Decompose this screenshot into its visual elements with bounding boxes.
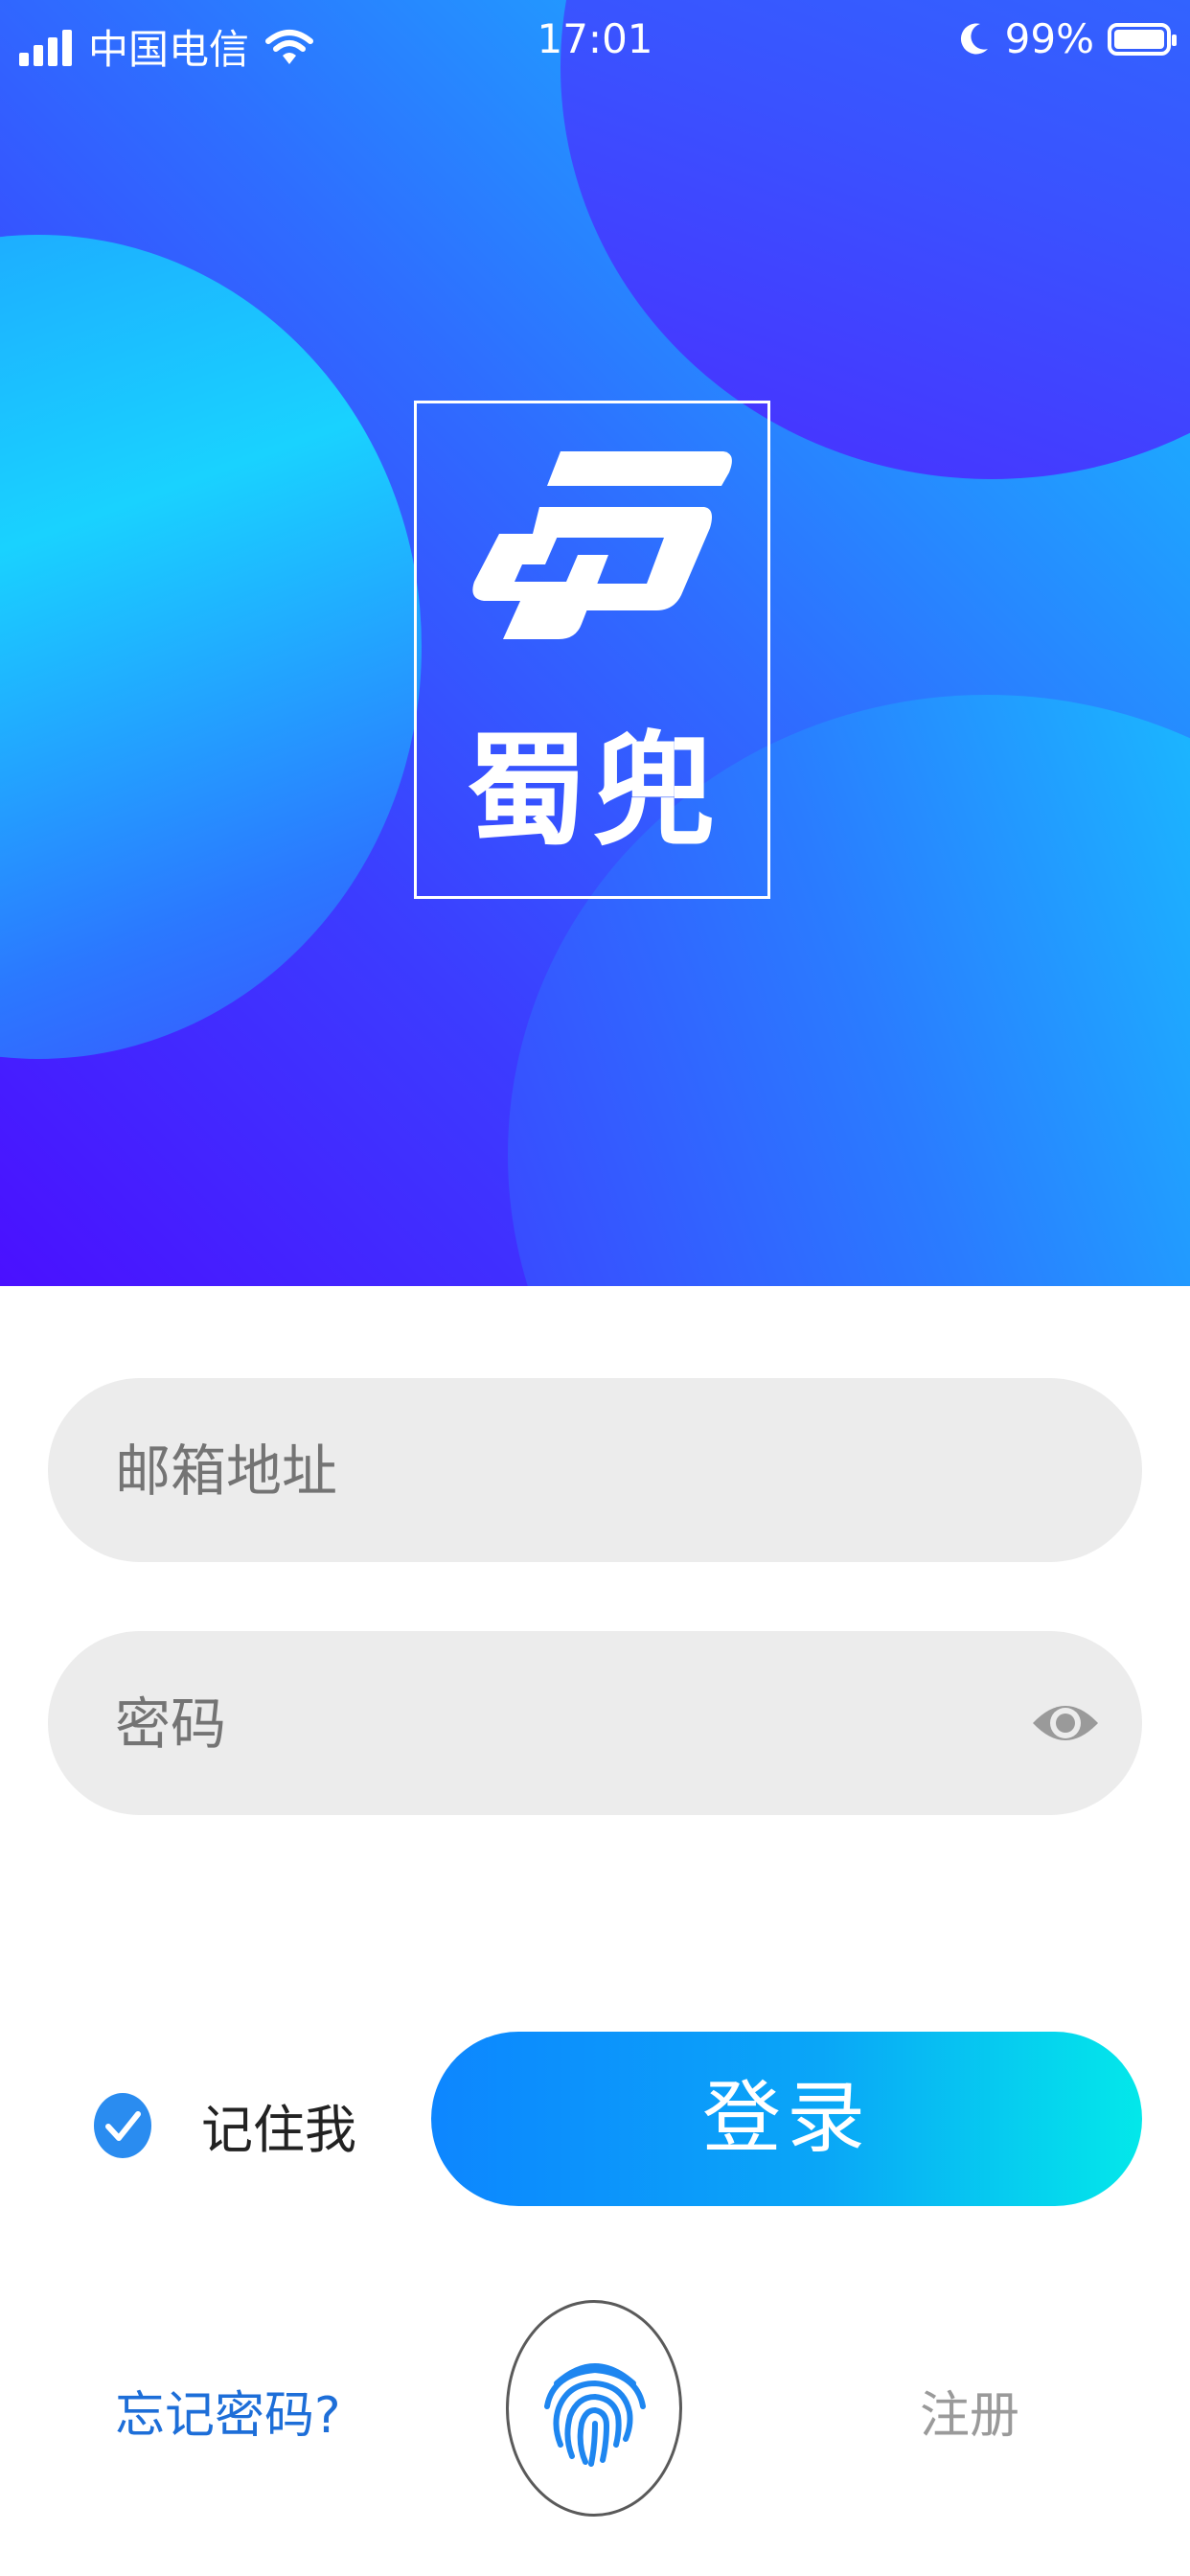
password-input[interactable] bbox=[113, 1631, 979, 1817]
status-bar: 中国电信 17:01 99% bbox=[0, 0, 1190, 80]
forgot-password-link[interactable]: 忘记密码? bbox=[115, 2375, 341, 2447]
brand-logo: 蜀兜 bbox=[414, 401, 770, 899]
moon-icon bbox=[960, 22, 988, 54]
email-field-container bbox=[48, 1378, 1142, 1564]
email-input[interactable] bbox=[113, 1378, 979, 1564]
battery-percent: 99% bbox=[1004, 15, 1094, 62]
check-icon[interactable] bbox=[94, 2092, 151, 2158]
remember-me[interactable]: 记住我 bbox=[94, 2087, 356, 2163]
fingerprint-login-button[interactable] bbox=[506, 2300, 682, 2517]
login-button[interactable]: 登录 bbox=[431, 2032, 1142, 2206]
password-field-container bbox=[48, 1631, 1142, 1817]
brand-name: 蜀兜 bbox=[465, 720, 719, 862]
status-right: 99% bbox=[957, 15, 1177, 62]
logo-mark-icon bbox=[472, 451, 732, 639]
eye-icon[interactable] bbox=[1029, 1689, 1102, 1758]
battery-icon bbox=[1108, 22, 1177, 56]
remember-me-label: 记住我 bbox=[201, 2100, 356, 2160]
fingerprint-icon bbox=[544, 2363, 646, 2467]
decor-circle-left bbox=[0, 235, 422, 1059]
register-link[interactable]: 注册 bbox=[920, 2375, 1019, 2447]
